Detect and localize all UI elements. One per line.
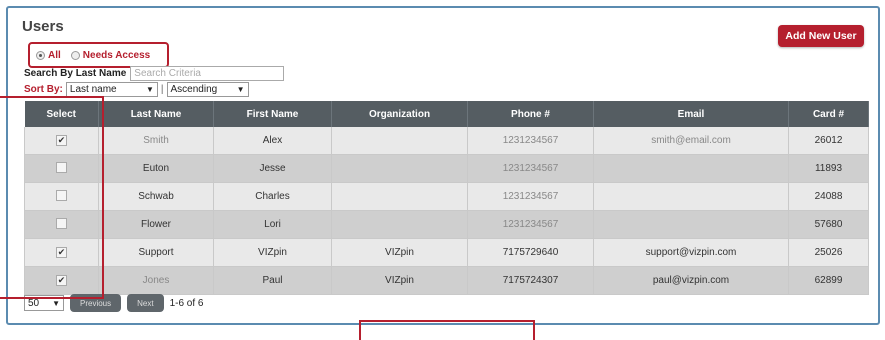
table-row[interactable]: ✔ Jones Paul VIZpin 7175724307 paul@vizp… [24, 266, 869, 295]
search-row: Search By Last Name [24, 66, 285, 81]
table-header-row: Select Last Name First Name Organization… [24, 101, 869, 127]
last-name-cell: Smith [98, 127, 214, 155]
column-header-phone[interactable]: Phone # [467, 101, 594, 127]
first-name-cell: Jesse [213, 154, 332, 183]
first-name-cell: VIZpin [213, 238, 332, 267]
page-range-label: 1-6 of 6 [169, 297, 204, 309]
table-row[interactable]: Flower Lori 1231234567 57680 [24, 210, 869, 239]
first-name-cell: Alex [213, 127, 332, 155]
sort-order-select[interactable]: Ascending ▼ [166, 82, 249, 97]
card-cell: 11893 [788, 154, 869, 183]
card-cell: 62899 [788, 266, 869, 295]
email-cell [593, 210, 789, 239]
column-header-card[interactable]: Card # [788, 101, 869, 127]
card-cell: 26012 [788, 127, 869, 155]
callout-bottom [359, 320, 535, 340]
last-name-cell: Support [98, 238, 214, 267]
column-header-first-name[interactable]: First Name [213, 101, 332, 127]
filter-all-label: All [48, 49, 61, 61]
last-name-cell: Jones [98, 266, 214, 295]
users-table: Select Last Name First Name Organization… [24, 101, 869, 295]
organization-cell [331, 182, 468, 211]
phone-cell: 1231234567 [467, 127, 594, 155]
organization-cell [331, 127, 468, 155]
table-row[interactable]: Euton Jesse 1231234567 11893 [24, 154, 869, 183]
email-cell [593, 154, 789, 183]
filter-needs-access-label: Needs Access [82, 49, 151, 61]
phone-cell: 7175724307 [467, 266, 594, 295]
search-label: Search By Last Name [24, 68, 127, 79]
sort-label: Sort By: [24, 84, 63, 95]
column-header-email[interactable]: Email [593, 101, 789, 127]
email-cell: support@vizpin.com [593, 238, 789, 267]
phone-cell: 7175729640 [467, 238, 594, 267]
callout-select-column [0, 96, 104, 299]
card-cell: 24088 [788, 182, 869, 211]
chevron-down-icon: ▼ [145, 85, 154, 94]
column-header-organization[interactable]: Organization [331, 101, 468, 127]
filter-all-option[interactable]: All [36, 50, 61, 61]
last-name-cell: Flower [98, 210, 214, 239]
sort-field-value: Last name [69, 84, 117, 95]
organization-cell: VIZpin [331, 238, 468, 267]
organization-cell [331, 210, 468, 239]
first-name-cell: Lori [213, 210, 332, 239]
sort-field-select[interactable]: Last name ▼ [65, 82, 158, 97]
table-row[interactable]: ✔ Support VIZpin VIZpin 7175729640 suppo… [24, 238, 869, 267]
table-row[interactable]: Schwab Charles 1231234567 24088 [24, 182, 869, 211]
card-cell: 57680 [788, 210, 869, 239]
organization-cell [331, 154, 468, 183]
phone-cell: 1231234567 [467, 182, 594, 211]
filter-all-radio[interactable] [36, 50, 45, 60]
column-header-last-name[interactable]: Last Name [98, 101, 214, 127]
phone-cell: 1231234567 [467, 210, 594, 239]
email-cell [593, 182, 789, 211]
chevron-down-icon: ▼ [236, 85, 245, 94]
sort-separator: | [160, 84, 164, 95]
last-name-cell: Euton [98, 154, 214, 183]
page-title: Users [22, 18, 64, 35]
filter-needs-access-option[interactable]: Needs Access [70, 49, 151, 61]
email-cell: smith@email.com [593, 127, 789, 155]
page-size-value: 50 [28, 297, 40, 309]
filter-needs-access-radio[interactable] [70, 50, 80, 60]
chevron-down-icon: ▼ [52, 298, 60, 308]
organization-cell: VIZpin [331, 266, 468, 295]
email-cell: paul@vizpin.com [593, 266, 789, 295]
sort-order-value: Ascending [170, 84, 218, 95]
search-input[interactable] [130, 66, 285, 81]
last-name-cell: Schwab [98, 182, 214, 211]
next-page-button[interactable]: Next [127, 294, 164, 312]
table-row[interactable]: ✔ Smith Alex 1231234567 smith@email.com … [24, 127, 869, 155]
sort-row: Sort By: Last name ▼ | Ascending ▼ [24, 82, 249, 97]
first-name-cell: Charles [213, 182, 332, 211]
user-filter-group: All Needs Access [28, 42, 169, 68]
card-cell: 25026 [788, 238, 869, 267]
phone-cell: 1231234567 [467, 154, 594, 183]
first-name-cell: Paul [213, 266, 332, 295]
add-new-user-button[interactable]: Add New User [778, 25, 864, 47]
